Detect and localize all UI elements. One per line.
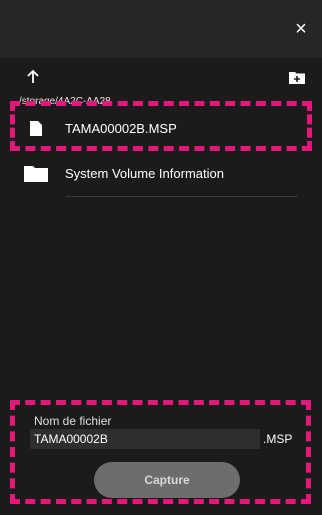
close-button[interactable]: × xyxy=(290,18,312,40)
new-folder-icon xyxy=(289,72,305,84)
folder-list-item[interactable]: System Volume Information xyxy=(14,158,310,196)
highlight-box-save-panel xyxy=(10,400,311,504)
folder-name: System Volume Information xyxy=(65,166,224,181)
folder-icon xyxy=(24,166,48,182)
list-divider xyxy=(66,196,298,197)
title-bar: × xyxy=(0,0,322,58)
navigate-up-button[interactable] xyxy=(22,66,44,88)
highlight-box-file xyxy=(10,101,312,151)
navigation-row xyxy=(0,62,322,92)
close-icon: × xyxy=(295,18,307,40)
arrow-up-icon xyxy=(27,69,39,83)
new-folder-button[interactable] xyxy=(286,66,308,88)
